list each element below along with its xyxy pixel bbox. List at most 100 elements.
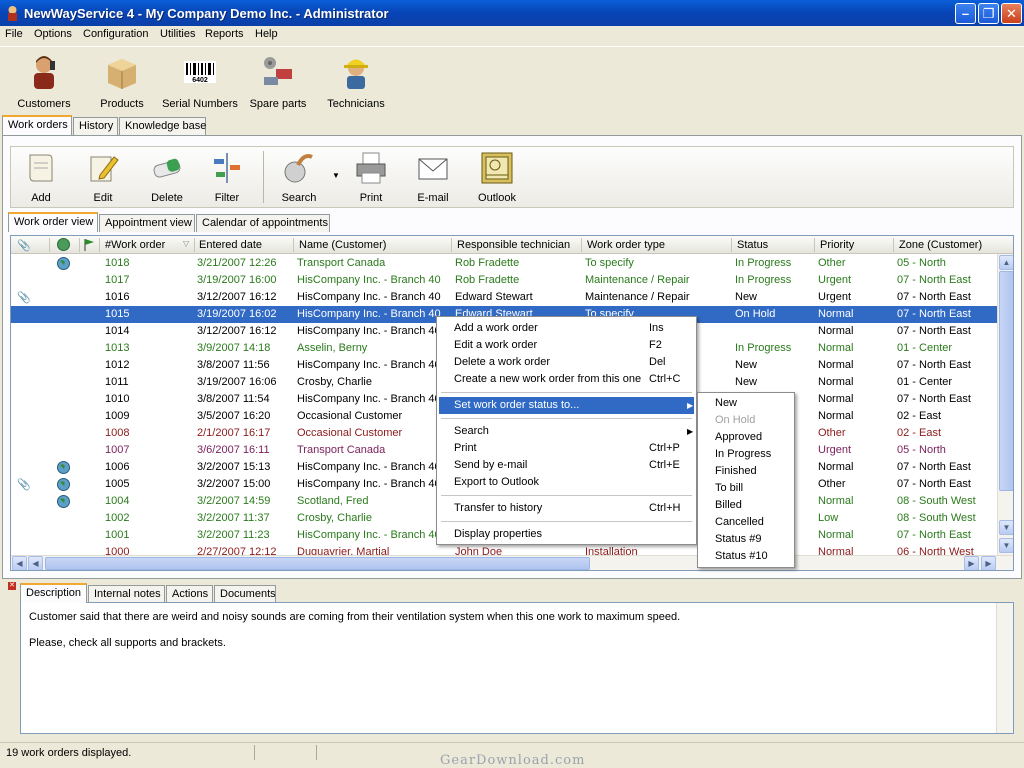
status-option[interactable]: Finished <box>700 463 792 480</box>
outlook-button[interactable]: Outlook <box>475 151 519 207</box>
scroll-right-button[interactable]: ▶ <box>981 556 996 570</box>
flag-column-icon[interactable] <box>83 238 95 251</box>
scroll-first-button[interactable]: ◀ <box>12 556 27 570</box>
tab-internal-notes[interactable]: Internal notes <box>88 585 165 603</box>
cell-name: Asselin, Berny <box>297 342 368 354</box>
col-priority[interactable]: Priority <box>820 239 854 251</box>
context-menu-item[interactable]: Edit a work order F2 <box>439 337 694 354</box>
context-menu-item[interactable]: Transfer to history Ctrl+H <box>439 500 694 517</box>
horizontal-scrollbar[interactable]: ◀ ◀ ▶ ▶ <box>11 555 1013 570</box>
context-menu-item[interactable]: Export to Outlook <box>439 474 694 491</box>
menu-item-shortcut: Ctrl+E <box>649 459 680 471</box>
tab-knowledge-base[interactable]: Knowledge base <box>119 117 206 135</box>
menu-item-shortcut: Ctrl+H <box>649 502 681 514</box>
table-row[interactable]: 1017 3/19/2007 16:00 HisCompany Inc. - Bra… <box>11 272 997 289</box>
context-menu-item[interactable]: Create a new work order from this one Ctr… <box>439 371 694 388</box>
scroll-page-down-button[interactable]: ▼ <box>999 520 1013 535</box>
technicians-button[interactable]: Technicians <box>326 53 386 113</box>
close-detail-icon[interactable]: ✕ <box>8 582 16 590</box>
cell-priority: Urgent <box>818 444 852 456</box>
scroll-down-button[interactable]: ▼ <box>999 538 1013 553</box>
cell-wo: 1004 <box>105 495 130 507</box>
customers-button[interactable]: Customers <box>14 53 74 113</box>
add-scroll-icon <box>29 154 53 182</box>
cell-priority: Other <box>818 478 846 490</box>
tab-documents[interactable]: Documents <box>214 585 276 603</box>
status-option[interactable]: To bill <box>700 480 792 497</box>
status-option[interactable]: Cancelled <box>700 514 792 531</box>
description-textarea[interactable]: Customer said that there are weird and n… <box>20 602 1014 734</box>
context-menu-item[interactable]: Search ▶ <box>439 423 694 440</box>
status-option[interactable]: Status #9 <box>700 531 792 548</box>
table-row[interactable]: 📎 1016 3/12/2007 16:12 HisCompany Inc. - Br… <box>11 289 997 306</box>
attachment-icon: 📎 <box>17 292 31 304</box>
close-button[interactable]: ✕ <box>1001 3 1022 24</box>
vertical-scroll-thumb[interactable] <box>999 271 1013 491</box>
email-button[interactable]: E-mail <box>413 151 453 207</box>
col-zone[interactable]: Zone (Customer) <box>899 239 982 251</box>
spare-parts-button[interactable]: Spare parts <box>248 53 308 113</box>
status-option[interactable]: Status #10 <box>700 548 792 565</box>
scroll-up-button[interactable]: ▲ <box>999 255 1013 270</box>
delete-button[interactable]: Delete <box>145 151 189 207</box>
tab-actions[interactable]: Actions <box>166 585 213 603</box>
tab-description[interactable]: Description <box>20 583 87 603</box>
scroll-left-button[interactable]: ◀ <box>28 556 43 570</box>
context-menu-item[interactable]: Add a work order Ins <box>439 320 694 337</box>
vertical-scrollbar[interactable]: ▲ ▼ ▼ <box>997 254 1013 555</box>
status-option[interactable]: In Progress <box>700 446 792 463</box>
col-status[interactable]: Status <box>737 239 768 251</box>
cell-priority: Normal <box>818 410 854 422</box>
scroll-last-button[interactable]: ▶ <box>964 556 979 570</box>
cell-date: 3/2/2007 11:37 <box>197 512 270 524</box>
tab-history[interactable]: History <box>73 117 118 135</box>
watermark: GearDownload.com <box>440 753 586 768</box>
cell-date: 3/6/2007 16:11 <box>197 444 270 456</box>
cell-date: 3/21/2007 12:26 <box>197 257 277 269</box>
tab-appointment-view[interactable]: Appointment view <box>99 214 195 232</box>
edit-button[interactable]: Edit <box>83 151 123 207</box>
context-menu-item[interactable]: Print Ctrl+P <box>439 440 694 457</box>
col-responsible-technician[interactable]: Responsible technician <box>457 239 570 251</box>
cell-name: Occasional Customer <box>297 410 403 422</box>
context-menu-item[interactable]: Display properties <box>439 526 694 543</box>
search-dropdown-arrow-icon[interactable]: ▼ <box>332 171 340 180</box>
print-button[interactable]: Print <box>351 151 391 207</box>
menu-options[interactable]: Options <box>34 28 72 40</box>
table-row[interactable]: 1018 3/21/2007 12:26 Transport Canada Rob F… <box>11 255 997 272</box>
filter-button[interactable]: Filter <box>207 151 247 207</box>
cell-date: 3/12/2007 16:12 <box>197 325 277 337</box>
globe-column-icon[interactable] <box>57 238 70 251</box>
description-scrollbar[interactable] <box>996 603 1013 733</box>
tab-work-order-view[interactable]: Work order view <box>8 212 98 232</box>
context-menu-item[interactable]: Set work order status to... ▶ <box>439 397 694 414</box>
horizontal-scroll-thumb[interactable] <box>45 557 590 570</box>
menu-help[interactable]: Help <box>255 28 278 40</box>
status-option[interactable]: Billed <box>700 497 792 514</box>
col-work-order[interactable]: #Work order <box>105 239 165 251</box>
tab-work-orders[interactable]: Work orders <box>2 115 72 135</box>
submenu-arrow-icon: ▶ <box>687 401 694 410</box>
products-button[interactable]: Products <box>94 53 150 113</box>
outlook-icon <box>481 152 513 184</box>
status-option-label: Status #10 <box>715 550 768 562</box>
menu-utilities[interactable]: Utilities <box>160 28 195 40</box>
search-button[interactable]: Search <box>277 151 321 207</box>
status-option[interactable]: New <box>700 395 792 412</box>
col-entered-date[interactable]: Entered date <box>199 239 262 251</box>
minimize-button[interactable]: – <box>955 3 976 24</box>
menu-reports[interactable]: Reports <box>205 28 244 40</box>
context-menu-item[interactable]: Delete a work order Del <box>439 354 694 371</box>
serial-numbers-button[interactable]: 6402 Serial Numbers <box>162 53 238 113</box>
context-menu-item[interactable]: Send by e-mail Ctrl+E <box>439 457 694 474</box>
attachment-column-icon[interactable]: 📎 <box>17 239 31 252</box>
tab-calendar-of-appointments[interactable]: Calendar of appointments <box>196 214 330 232</box>
col-customer-name[interactable]: Name (Customer) <box>299 239 386 251</box>
menu-file[interactable]: File <box>5 28 23 40</box>
status-option[interactable]: Approved <box>700 429 792 446</box>
add-button[interactable]: Add <box>21 151 61 207</box>
maximize-button[interactable]: ❐ <box>978 3 999 24</box>
menu-configuration[interactable]: Configuration <box>83 28 148 40</box>
col-work-order-type[interactable]: Work order type <box>587 239 665 251</box>
cell-priority: Normal <box>818 461 854 473</box>
